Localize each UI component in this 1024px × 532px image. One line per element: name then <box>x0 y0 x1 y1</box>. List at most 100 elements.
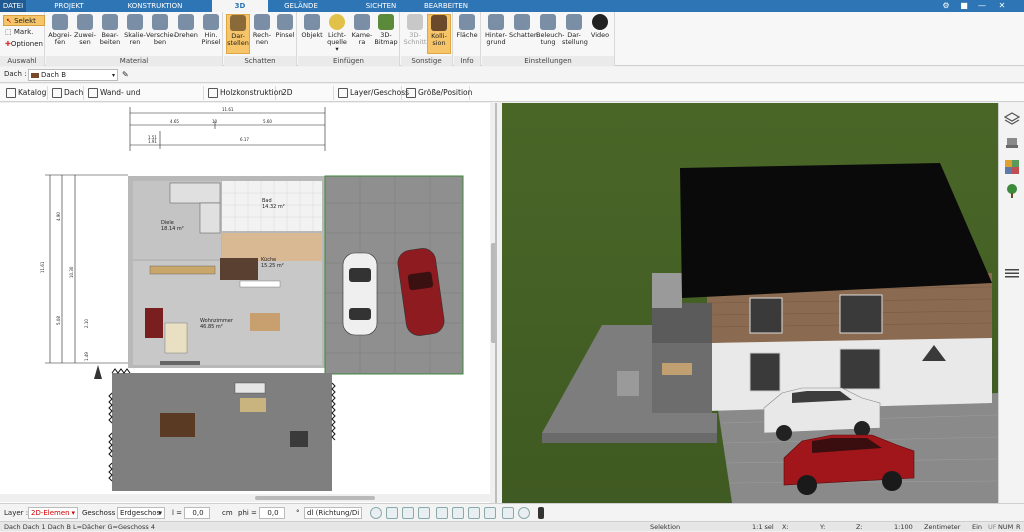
direction-select-value: dl (Richtung/Di <box>307 509 360 517</box>
material-scale-button[interactable]: Skalie- ren <box>123 14 147 54</box>
material-brush-button[interactable]: Hin. Pinsel <box>199 14 223 54</box>
size-position-button[interactable]: Größe/Position <box>404 86 472 100</box>
book-icon <box>6 88 16 98</box>
display-2d-button[interactable]: 2D Darstellung <box>278 86 334 111</box>
insert-light-button[interactable]: Licht- quelle ▾ <box>325 14 349 54</box>
north-icon[interactable] <box>518 507 530 519</box>
object-select[interactable]: Dach B ▾ <box>28 69 118 81</box>
tab-3d[interactable]: 3D <box>212 0 268 12</box>
insert-camera-button[interactable]: Kame- ra <box>350 14 374 54</box>
length-label: l = <box>172 509 183 517</box>
minimize-icon[interactable]: — <box>976 1 988 11</box>
display-button[interactable]: Dar- stellung <box>562 14 588 54</box>
menu-icon[interactable] <box>1004 265 1020 281</box>
svg-text:6.17: 6.17 <box>240 137 249 142</box>
restore-icon[interactable]: ■ <box>958 1 970 11</box>
catalog-button[interactable]: Katalog <box>4 86 48 100</box>
grid-snap-icon[interactable] <box>502 507 514 519</box>
tree-icon[interactable] <box>1004 183 1020 199</box>
svg-text:4.65: 4.65 <box>170 119 179 124</box>
video-button[interactable]: Video <box>588 14 612 54</box>
area-button[interactable]: Fläche <box>455 14 479 54</box>
group-material: Abgrei- fen Zuwei- sen Bear- beiten Skal… <box>46 12 223 66</box>
background-button[interactable]: Hinter- grund <box>484 14 508 54</box>
tab-datei[interactable]: DATEI <box>0 0 26 12</box>
material-rotate-button[interactable]: Drehen <box>174 14 198 54</box>
layer-select[interactable]: 2D-Elemen ▾ <box>28 507 78 519</box>
brush-icon <box>277 14 293 30</box>
snap-icon[interactable] <box>436 507 448 519</box>
section-3d-button[interactable]: 3D- Schnitt <box>403 14 427 54</box>
material-assign-button[interactable]: Zuwei- sen <box>73 14 97 54</box>
clock-icon[interactable] <box>370 507 382 519</box>
length-value: 0,0 <box>192 509 204 517</box>
plan-vertical-scrollbar[interactable] <box>490 103 495 503</box>
tab-bearbeiten[interactable]: BEARBEITEN <box>418 0 474 12</box>
close-icon[interactable]: ✕ <box>996 1 1008 11</box>
tab-konstruktion[interactable]: KONSTRUKTION <box>120 0 190 12</box>
mark-button[interactable]: ⬚ Mark. <box>3 27 45 38</box>
tab-projekt[interactable]: PROJEKT <box>52 0 86 12</box>
materials-icon[interactable] <box>1004 159 1020 175</box>
snap-line-icon[interactable] <box>452 507 464 519</box>
direction-select[interactable]: dl (Richtung/Di <box>304 507 362 519</box>
chevron-down-icon: ▾ <box>71 509 75 517</box>
svg-text:11.61: 11.61 <box>222 107 234 112</box>
floor-select[interactable]: Erdgeschos ▾ <box>117 507 165 519</box>
tab-gelaende[interactable]: GELÄNDE <box>280 0 322 12</box>
ribbon: ↖ Selekt ⬚ Mark. ✚Optionen Auswahl Abgre… <box>0 12 1024 66</box>
timber-construction-button[interactable]: Holzkonstruktion <box>206 86 283 100</box>
svg-text:1.49: 1.49 <box>84 352 89 361</box>
3d-view[interactable] <box>502 103 998 503</box>
lighting-button[interactable]: Beleuch- tung <box>536 14 564 54</box>
shadow-brush-button[interactable]: Pinsel <box>273 14 297 54</box>
angle-input[interactable]: 0,0 <box>259 507 285 519</box>
floor-plan-view[interactable]: 11.61 4.65 10 5.60 1.51 1.91 6.17 11.61 … <box>0 103 497 503</box>
object-type-label: Dach : <box>4 70 27 78</box>
grid-icon[interactable] <box>418 507 430 519</box>
select-button[interactable]: ↖ Selekt <box>3 15 45 26</box>
layers-icon[interactable] <box>1004 111 1020 127</box>
length-unit: cm <box>222 509 233 517</box>
roof-button[interactable]: Dach <box>50 86 84 100</box>
material-move-button[interactable]: Verschie- ben <box>146 14 176 54</box>
lightbulb-icon <box>329 14 345 30</box>
layers-icon <box>338 88 348 98</box>
plan-horizontal-scroll-thumb[interactable] <box>255 496 375 500</box>
arrow-icon[interactable] <box>402 507 414 519</box>
snap-point-icon[interactable] <box>468 507 480 519</box>
shadow-settings-button[interactable]: Schatten <box>509 14 538 54</box>
angle-value: 0,0 <box>267 509 279 517</box>
collision-icon <box>431 15 447 31</box>
size-icon <box>406 88 416 98</box>
plan-horizontal-scrollbar[interactable] <box>0 494 490 502</box>
material-pick-button[interactable]: Abgrei- fen <box>48 14 72 54</box>
ribbon-tab-bar: DATEI PROJEKT KONSTRUKTION 3D GELÄNDE SI… <box>0 0 1024 12</box>
intersection-icon <box>88 88 98 98</box>
plan-vertical-scroll-thumb[interactable] <box>491 243 495 343</box>
scale-icon <box>127 14 143 30</box>
svg-text:1.91: 1.91 <box>148 139 157 144</box>
settings-icon[interactable]: ⚙ <box>940 1 952 11</box>
snap-angle-icon[interactable] <box>484 507 496 519</box>
monitor-icon[interactable] <box>386 507 398 519</box>
shadow-compute-button[interactable]: Rech- nen <box>250 14 274 54</box>
insert-object-button[interactable]: Objekt <box>300 14 324 54</box>
length-input[interactable]: 0,0 <box>184 507 210 519</box>
collision-button[interactable]: Kolli- sion <box>427 14 451 54</box>
material-edit-button[interactable]: Bear- beiten <box>98 14 122 54</box>
wall-roof-intersection-button[interactable]: Wand- und Dachverschneidung <box>86 86 204 111</box>
options-button[interactable]: ✚Optionen <box>3 39 45 50</box>
insert-bitmap-button[interactable]: 3D- Bitmap <box>374 14 398 54</box>
layer-floor-button[interactable]: Layer/Geschoss <box>336 86 409 100</box>
chair-icon <box>304 14 320 30</box>
pencil-icon[interactable]: ✎ <box>122 70 130 79</box>
house-icon <box>488 14 504 30</box>
shadow-display-button[interactable]: Dar- stellen <box>226 14 250 54</box>
object-toolbar: Katalog Dach Wand- und Dachverschneidung… <box>0 84 1024 111</box>
tab-sichten[interactable]: SICHTEN <box>360 0 402 12</box>
group-einstellungen: Hinter- grund Schatten Beleuch- tung Dar… <box>482 12 615 66</box>
3d-scene <box>502 103 998 503</box>
edit-icon <box>102 14 118 30</box>
chair-icon[interactable] <box>1004 135 1020 151</box>
